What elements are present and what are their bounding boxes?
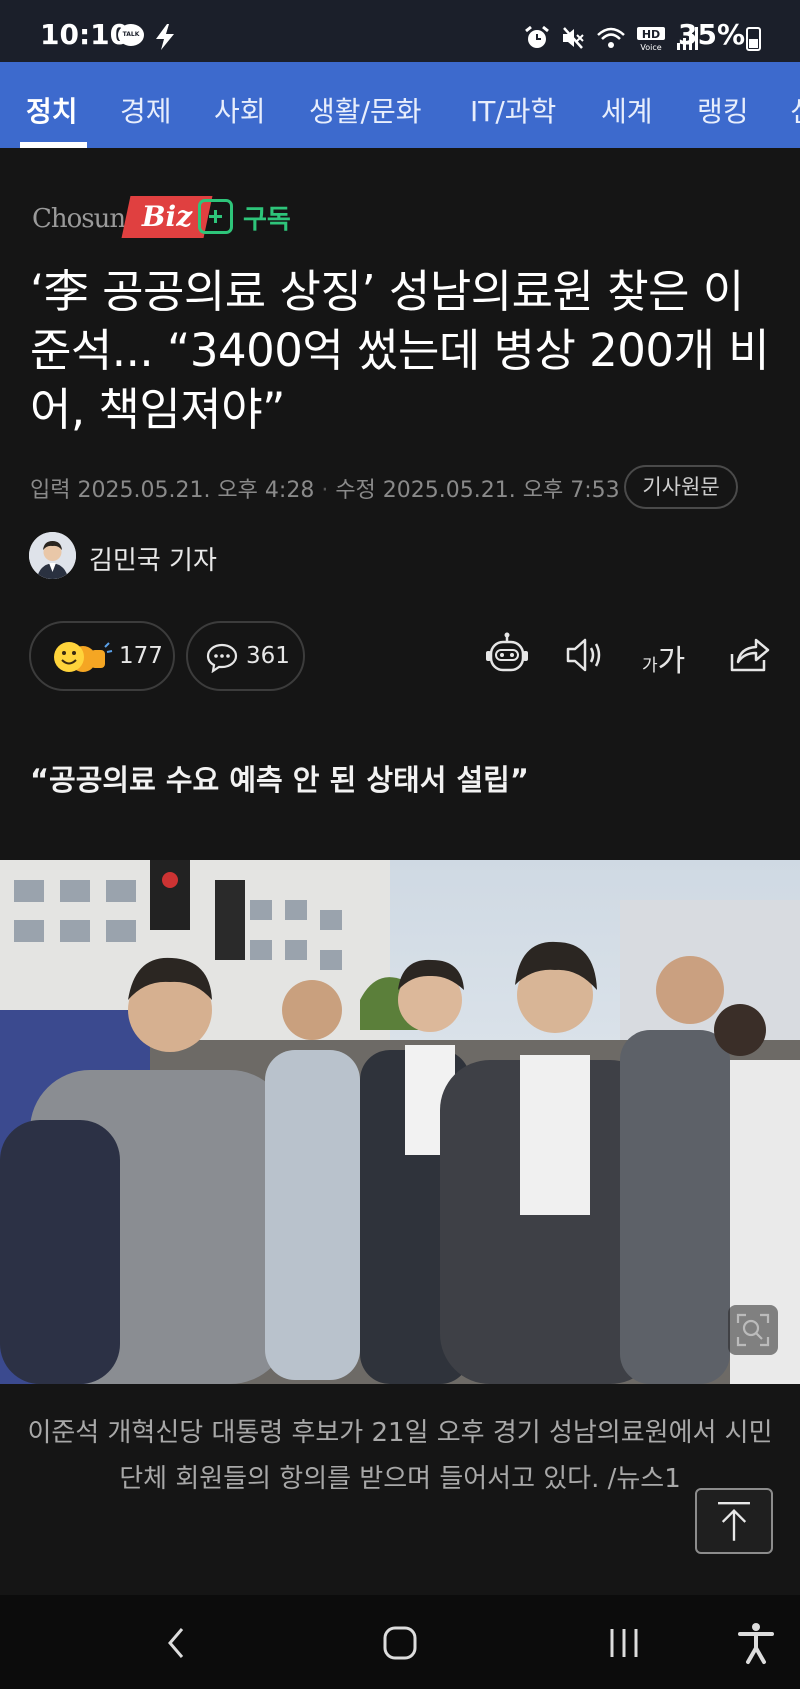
svg-text:Voice: Voice [640, 43, 661, 51]
mute-icon [563, 27, 584, 49]
tab-economy[interactable]: 경제 [120, 90, 172, 130]
original-article-button[interactable]: 기사원문 [624, 465, 738, 509]
comment-button[interactable]: 361 [186, 621, 305, 691]
input-label: 입력 [30, 478, 71, 503]
reporter-name[interactable]: 김민국 기자 [89, 540, 217, 577]
publisher-name-biz: Biz [141, 200, 193, 233]
status-bar: 10:10 TALK HD Voice 35% [0, 0, 800, 62]
tab-it-science[interactable]: IT/과학 [470, 90, 556, 130]
svg-text:HD: HD [642, 28, 660, 41]
subscribe-button[interactable]: 구독 [243, 199, 291, 236]
tab-ranking[interactable]: 랭킹 [697, 90, 749, 130]
font-size-large-label: 가 [657, 644, 686, 679]
edit-datetime: 2025.05.21. 오후 7:53 [382, 478, 620, 503]
news-photo-illustration [0, 860, 800, 1384]
publisher-logo[interactable]: Chosun Biz [32, 196, 213, 238]
alarm-icon [525, 25, 549, 48]
battery-percent: 35% [678, 18, 746, 51]
font-size-small-label: 가 [642, 656, 658, 676]
edit-label: 수정 [335, 478, 376, 503]
status-time: 10:10 [40, 18, 130, 51]
battery-icon [746, 27, 761, 51]
font-size-button[interactable]: 가가 [642, 636, 685, 680]
input-datetime: 2025.05.21. 오후 4:28 [77, 478, 315, 503]
photo-caption: 이준석 개혁신당 대통령 후보가 21일 오후 경기 성남의료원에서 시민단체 … [27, 1418, 773, 1494]
ai-summary-robot-icon[interactable] [482, 630, 532, 680]
photo-zoom-icon[interactable] [728, 1305, 778, 1355]
tab-world[interactable]: 세계 [601, 90, 653, 130]
recents-icon[interactable] [602, 1621, 646, 1665]
tab-society[interactable]: 사회 [214, 90, 266, 130]
reaction-count: 177 [119, 643, 163, 669]
active-tab-indicator [20, 142, 87, 148]
share-icon[interactable] [724, 630, 774, 680]
text-to-speech-icon[interactable] [560, 630, 610, 680]
article-photo[interactable] [0, 860, 800, 1384]
back-icon[interactable] [156, 1621, 200, 1665]
reaction-button[interactable]: 177 [29, 621, 175, 691]
comment-icon [206, 643, 238, 673]
reporter-photo [29, 532, 76, 579]
hd-voice-icon: HD Voice [637, 27, 665, 51]
tab-more[interactable]: 신 [790, 90, 800, 130]
system-navigation-bar [0, 1595, 800, 1689]
kakaotalk-icon: TALK [118, 24, 144, 46]
home-icon[interactable] [378, 1621, 422, 1665]
reporter-avatar[interactable] [29, 532, 76, 579]
reaction-emoji-icon [54, 642, 113, 672]
publisher-name: Chosun [32, 204, 126, 234]
tab-politics[interactable]: 정치 [26, 90, 78, 130]
article-dates: 입력 2025.05.21. 오후 4:28 · 수정 2025.05.21. … [30, 478, 620, 503]
lightning-icon [156, 24, 174, 50]
tab-life-culture[interactable]: 생활/문화 [309, 90, 421, 130]
category-tabs: 정치 경제 사회 생활/문화 IT/과학 세계 랭킹 신 [0, 62, 800, 148]
article-headline: ‘李 공공의료 상징’ 성남의료원 찾은 이준석... “3400억 썼는데 병… [30, 265, 770, 436]
accessibility-icon[interactable] [734, 1621, 778, 1665]
scroll-to-top-icon[interactable] [695, 1488, 773, 1554]
article-subheading: “공공의료 수요 예측 안 된 상태서 설립” [30, 763, 529, 797]
comment-count: 361 [246, 643, 290, 669]
wifi-calling-icon [597, 27, 625, 48]
subscribe-plus-icon[interactable] [198, 199, 233, 234]
